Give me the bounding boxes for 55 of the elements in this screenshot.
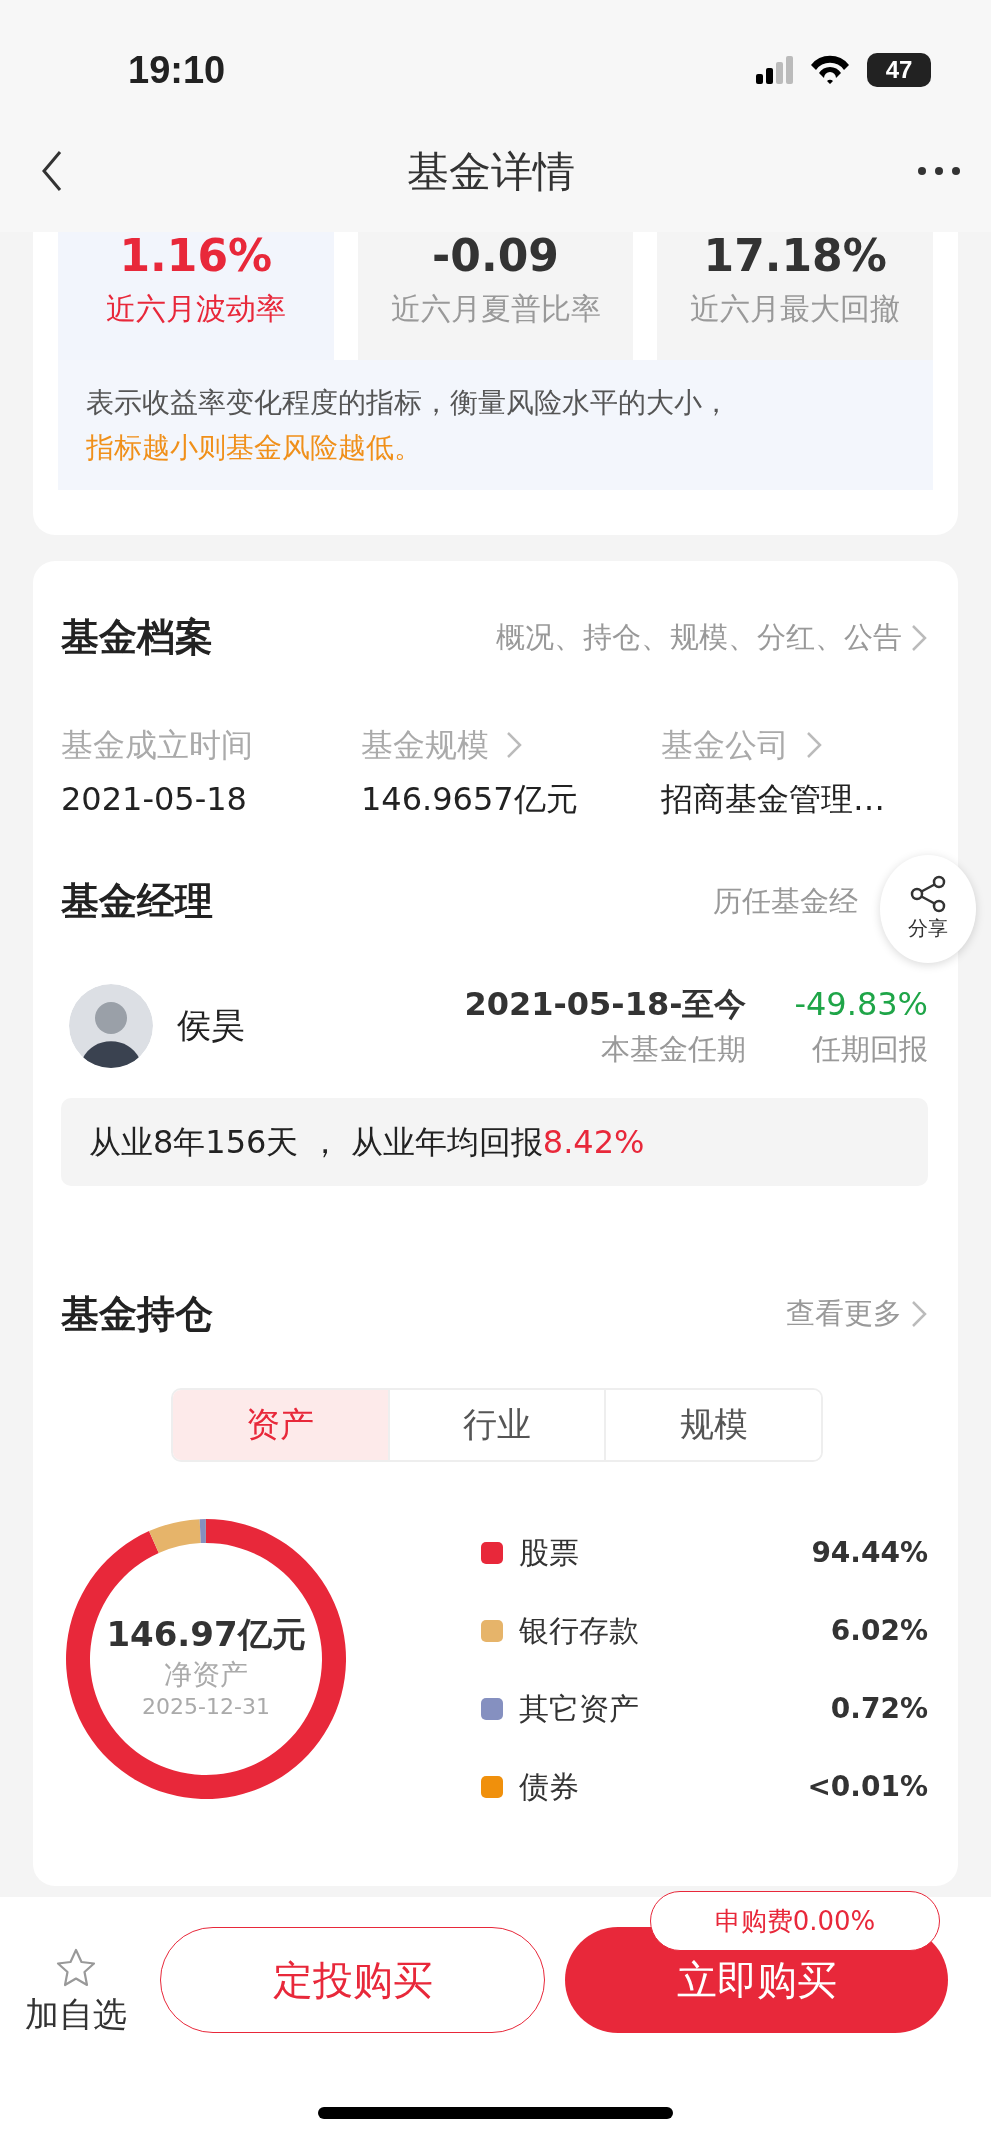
star-icon xyxy=(54,1947,98,1989)
more-icon[interactable] xyxy=(917,166,961,176)
metric-label: 近六月最大回撤 xyxy=(689,290,902,328)
info-label: 基金公司 xyxy=(661,725,789,766)
tenure-return: -49.83% xyxy=(794,984,928,1025)
chevron-right-icon xyxy=(910,622,928,653)
tenure-label: 本基金任期 xyxy=(600,1031,747,1068)
legend-value: 94.44% xyxy=(811,1534,928,1571)
report-date: 2025-12-31 xyxy=(141,1693,271,1722)
tooltip-text: 表示收益率变化程度的指标，衡量风险水平的大小， xyxy=(86,385,731,421)
wifi-icon xyxy=(809,55,851,85)
section-title: 基金持仓 xyxy=(61,1290,213,1338)
legend-value: <0.01% xyxy=(807,1768,928,1805)
share-icon xyxy=(910,875,946,913)
info-value: 146.9657亿元 xyxy=(361,779,579,820)
battery-icon: 47 xyxy=(867,53,931,87)
legend-label: 银行存款 xyxy=(519,1612,640,1650)
section-link[interactable]: 历任基金经 xyxy=(713,879,858,924)
metric-value: -0.09 xyxy=(431,232,560,278)
info-value: 招商基金管理… xyxy=(661,779,886,820)
info-label: 基金成立时间 xyxy=(61,725,253,766)
total-label: 净资产 xyxy=(163,1659,249,1691)
info-label: 基金规模 xyxy=(361,725,489,766)
signal-icon xyxy=(756,56,793,84)
metric-card[interactable]: 17.18% 近六月最大回撤 xyxy=(657,232,933,360)
tooltip-highlight: 指标越小则基金风险越低。 xyxy=(86,430,423,466)
page-title: 基金详情 xyxy=(406,145,575,198)
plan-buy-button[interactable]: 定投购买 xyxy=(160,1927,545,2033)
legend-value: 0.72% xyxy=(830,1690,928,1727)
legend-label: 其它资产 xyxy=(519,1690,640,1728)
legend-label: 债券 xyxy=(519,1768,580,1806)
manager-name: 侯昊 xyxy=(177,1004,246,1048)
section-title: 基金档案 xyxy=(61,614,213,661)
metric-label: 近六月波动率 xyxy=(104,290,287,328)
favorite-button[interactable]: 加自选 xyxy=(25,1947,127,2040)
back-icon[interactable] xyxy=(40,149,64,193)
metric-card[interactable]: -0.09 近六月夏普比率 xyxy=(357,232,634,360)
total-assets: 146.97亿元 xyxy=(105,1612,307,1656)
return-label: 任期回报 xyxy=(811,1031,928,1068)
fee-tag: 申购费0.00% xyxy=(650,1891,940,1951)
metric-card[interactable]: 1.16% 近六月波动率 xyxy=(58,232,334,360)
section-link[interactable]: 概况、持仓、规模、分红、公告 xyxy=(496,615,928,660)
career-summary: 从业8年156天 ， 从业年均回报8.42% xyxy=(61,1097,928,1186)
legend-label: 股票 xyxy=(519,1534,580,1572)
metric-label: 近六月夏普比率 xyxy=(389,290,602,328)
section-link[interactable]: 查看更多 xyxy=(786,1292,928,1336)
status-time: 19:10 xyxy=(128,47,226,93)
chevron-right-icon xyxy=(910,1299,928,1329)
section-title: 基金经理 xyxy=(61,878,213,925)
legend-value: 6.02% xyxy=(830,1612,928,1649)
metric-value: 17.18% xyxy=(702,232,888,278)
metric-value: 1.16% xyxy=(118,232,274,278)
tab[interactable]: 资产 xyxy=(173,1389,390,1460)
tenure-date: 2021-05-18-至今 xyxy=(464,984,747,1025)
info-value: 2021-05-18 xyxy=(61,779,248,820)
